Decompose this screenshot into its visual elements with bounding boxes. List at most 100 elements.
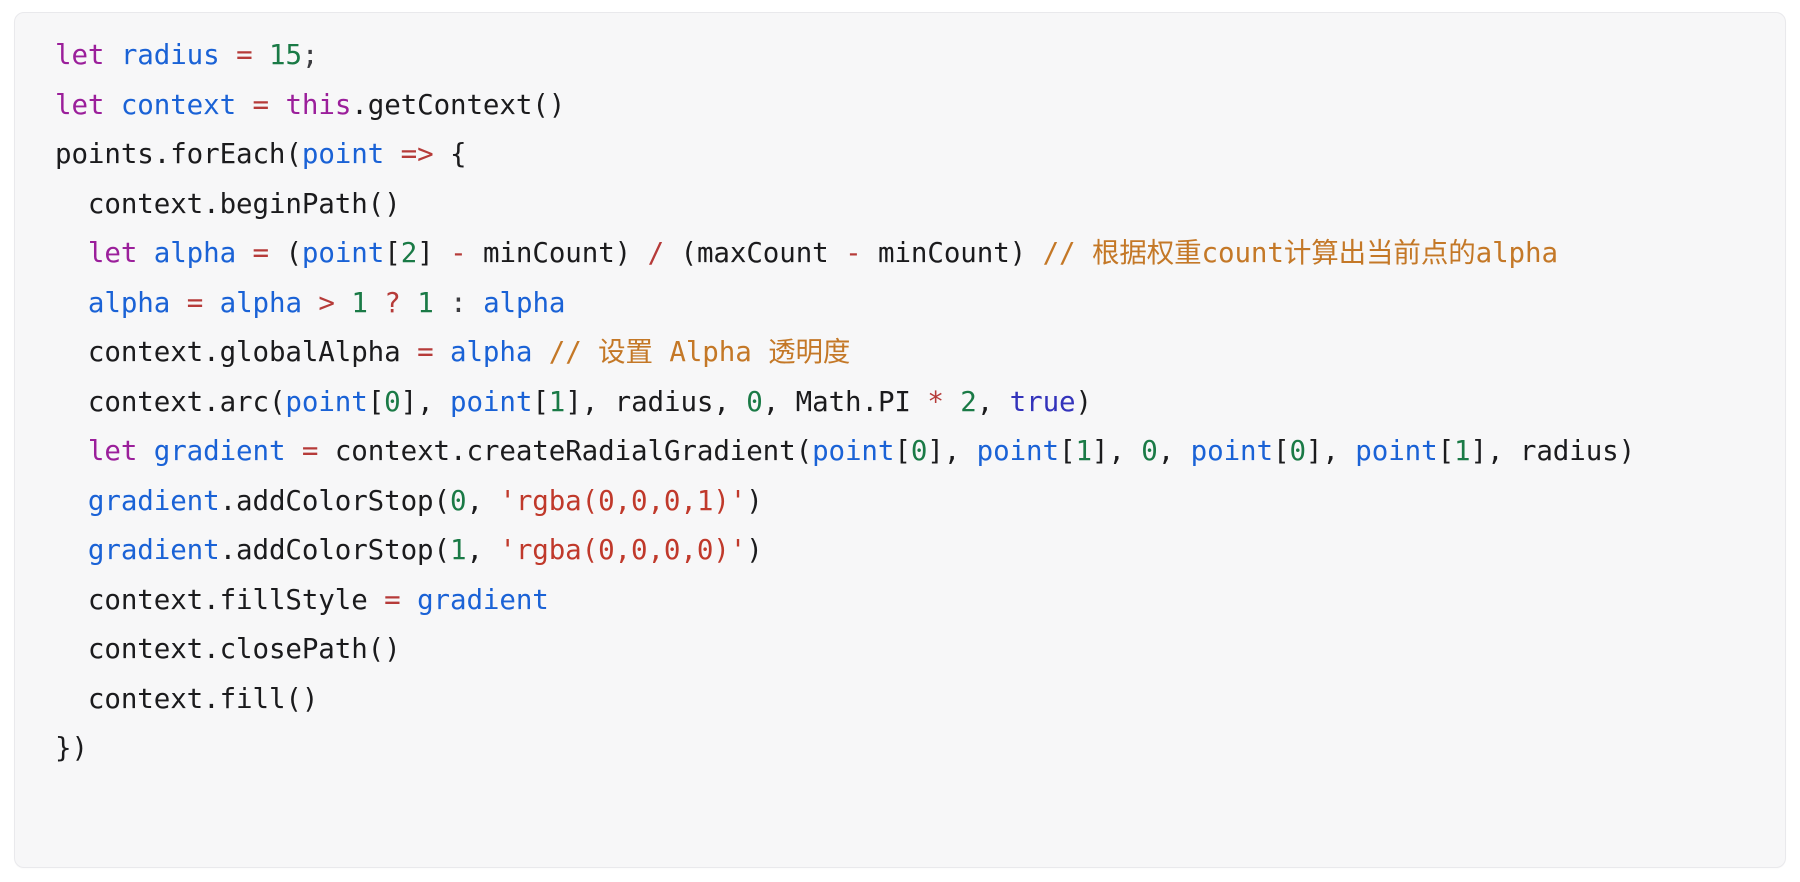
code-token-operator: /	[647, 237, 665, 269]
code-token-plain: context.createRadialGradient(	[318, 435, 813, 467]
code-token-variable: point	[1190, 435, 1273, 467]
code-token-plain: ,	[1157, 435, 1191, 467]
code-token-plain: minCount)	[861, 237, 1043, 269]
code-token-plain: context.closePath()	[55, 633, 401, 665]
code-token-plain: [	[1272, 435, 1290, 467]
code-token-keyword: let	[55, 39, 105, 71]
code-token-keyword: let	[55, 88, 105, 121]
code-token-number: 2	[960, 385, 977, 418]
code-token-number: 1	[1454, 435, 1471, 467]
code-block[interactable]: let radius = 15; let context = this.getC…	[55, 31, 1759, 774]
code-token-number: 0	[1141, 435, 1158, 467]
code-token-plain: {	[433, 138, 467, 170]
code-token-number: 1	[449, 534, 467, 566]
code-token-string: 'rgba(0,0,0,0)'	[499, 534, 747, 566]
code-token-plain: ], radius,	[565, 385, 747, 418]
code-token-plain: })	[55, 732, 88, 764]
code-token-keyword: let	[87, 435, 138, 467]
code-token-variable: gradient	[153, 435, 286, 467]
code-token-plain: [	[1437, 435, 1455, 467]
code-token-operator: =	[384, 583, 401, 616]
code-token-comment: // 根据权重count计算出当前点的alpha	[1042, 237, 1558, 269]
code-line: context.beginPath()	[55, 180, 1759, 230]
code-token-variable: point	[301, 237, 385, 269]
code-line: gradient.addColorStop(1, 'rgba(0,0,0,0)'…	[55, 526, 1759, 576]
code-token-plain: .addColorStop(	[219, 534, 450, 566]
code-token-operator: =	[417, 336, 434, 368]
code-token-plain: )	[746, 534, 763, 566]
code-line: context.fill()	[55, 675, 1759, 725]
code-line: points.forEach(point => {	[55, 130, 1759, 180]
code-token-number: 2	[400, 237, 418, 269]
code-token-number: 1	[548, 385, 566, 418]
code-token-keyword: let	[87, 237, 138, 269]
code-token-plain: ,	[466, 484, 500, 517]
code-token-variable: alpha	[483, 286, 566, 319]
code-token-plain: ],	[927, 435, 977, 467]
code-token-punct: :	[450, 286, 467, 319]
code-token-number: 0	[449, 484, 467, 517]
code-token-plain: ],	[1305, 435, 1356, 467]
code-token-variable: gradient	[87, 534, 220, 566]
code-line: context.globalAlpha = alpha // 设置 Alpha …	[55, 328, 1759, 378]
code-token-plain: .addColorStop(	[219, 484, 450, 517]
code-token-variable: context	[120, 88, 237, 121]
code-token-plain: )	[1075, 385, 1092, 418]
code-token-operator: =>	[400, 138, 434, 170]
code-token-plain: (maxCount	[664, 237, 846, 269]
code-block-card: let radius = 15; let context = this.getC…	[14, 12, 1786, 868]
code-token-variable: point	[812, 435, 895, 467]
code-token-number: 0	[384, 385, 401, 418]
code-token-plain: )	[746, 484, 763, 517]
code-token-variable: gradient	[417, 583, 549, 616]
code-token-plain: [	[532, 385, 549, 418]
code-token-variable: alpha	[153, 237, 237, 269]
code-token-constant: true	[1009, 385, 1076, 418]
code-token-number: 15	[269, 39, 302, 71]
code-token-plain: [	[367, 385, 385, 418]
code-token-variable: alpha	[87, 286, 171, 319]
code-token-plain: [	[384, 237, 401, 269]
code-token-number: 0	[746, 385, 763, 418]
code-line: gradient.addColorStop(0, 'rgba(0,0,0,1)'…	[55, 477, 1759, 527]
code-token-number: 1	[351, 286, 368, 319]
code-token-variable: point	[301, 138, 385, 170]
code-line: })	[55, 724, 1759, 774]
code-token-plain: ],	[400, 385, 451, 418]
code-token-variable: alpha	[450, 336, 533, 368]
code-line: context.arc(point[0], point[1], radius, …	[55, 378, 1759, 428]
code-token-variable: point	[285, 385, 368, 418]
code-token-plain: minCount)	[466, 237, 648, 269]
code-token-operator: >	[318, 286, 335, 319]
code-token-plain: .getContext()	[351, 88, 566, 121]
code-token-plain: context.arc(	[55, 385, 286, 418]
code-token-number: 0	[1289, 435, 1306, 467]
code-token-plain: [	[1058, 435, 1076, 467]
code-token-plain: (	[269, 237, 302, 269]
code-token-variable: point	[976, 435, 1059, 467]
code-line: context.closePath()	[55, 625, 1759, 675]
code-token-number: 1	[417, 286, 434, 319]
code-content: let radius = 15; let context = this.getC…	[55, 31, 1759, 774]
